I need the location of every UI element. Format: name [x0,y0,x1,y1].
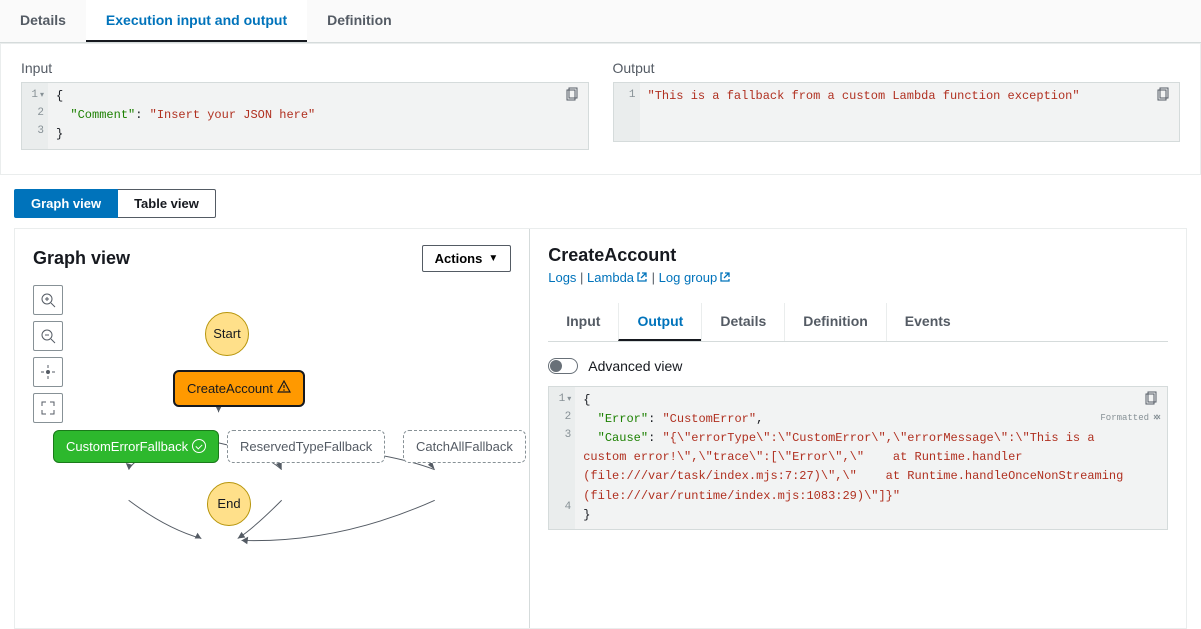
subtab-input[interactable]: Input [548,303,618,341]
actions-button[interactable]: Actions ▼ [422,245,512,272]
graph-canvas[interactable]: Start CreateAccount CustomErrorFallback … [33,312,511,612]
copy-icon[interactable] [564,87,582,105]
chevron-down-icon: ▼ [488,253,498,264]
subtab-details[interactable]: Details [701,303,784,341]
detail-output-code: 1234 Formatted { "Error": "CustomError",… [548,386,1168,530]
logs-link[interactable]: Logs [548,270,576,285]
input-code: 123 { "Comment": "Insert your JSON here"… [21,82,589,150]
node-create-account[interactable]: CreateAccount [173,370,305,407]
detail-panel: CreateAccount Logs | Lambda | Log group … [530,229,1186,628]
tab-details[interactable]: Details [0,0,86,42]
node-custom-error-fallback[interactable]: CustomErrorFallback [53,430,219,463]
check-icon [192,439,206,453]
external-link-icon [636,271,648,283]
graph-panel: Graph view Actions ▼ Start [15,229,530,628]
copy-icon[interactable] [1143,391,1161,409]
detail-title: CreateAccount [548,245,1168,266]
zoom-in-icon[interactable] [33,285,63,315]
node-reserved-type-fallback[interactable]: ReservedTypeFallback [227,430,385,463]
external-link-icon [719,271,731,283]
io-panel: Input 123 { "Comment": "Insert your JSON… [0,43,1201,175]
node-start[interactable]: Start [205,312,249,356]
lambda-link[interactable]: Lambda [587,270,648,285]
loggroup-link[interactable]: Log group [659,270,732,285]
detail-subtabs: Input Output Details Definition Events [548,303,1168,342]
graph-view-toggle[interactable]: Graph view [14,189,118,218]
main-tabs: Details Execution input and output Defin… [0,0,1201,43]
tab-definition[interactable]: Definition [307,0,412,42]
copy-icon[interactable] [1155,87,1173,105]
advanced-view-toggle[interactable] [548,358,578,374]
output-column: Output 1 "This is a fallback from a cust… [613,60,1181,150]
tab-execution-io[interactable]: Execution input and output [86,0,307,42]
advanced-view-label: Advanced view [588,358,682,374]
detail-links: Logs | Lambda | Log group [548,270,1168,285]
input-column: Input 123 { "Comment": "Insert your JSON… [21,60,589,150]
table-view-toggle[interactable]: Table view [118,189,216,218]
node-catch-all-fallback[interactable]: CatchAllFallback [403,430,526,463]
output-label: Output [613,60,1181,76]
node-end[interactable]: End [207,482,251,526]
subtab-definition[interactable]: Definition [784,303,886,341]
view-toggle: Graph view Table view [14,189,1201,218]
formatted-label: Formatted [1100,411,1163,425]
input-label: Input [21,60,589,76]
subtab-output[interactable]: Output [618,303,701,341]
graph-title: Graph view [33,248,130,269]
warning-icon [277,380,291,397]
subtab-events[interactable]: Events [886,303,969,341]
output-code: 1 "This is a fallback from a custom Lamb… [613,82,1181,142]
